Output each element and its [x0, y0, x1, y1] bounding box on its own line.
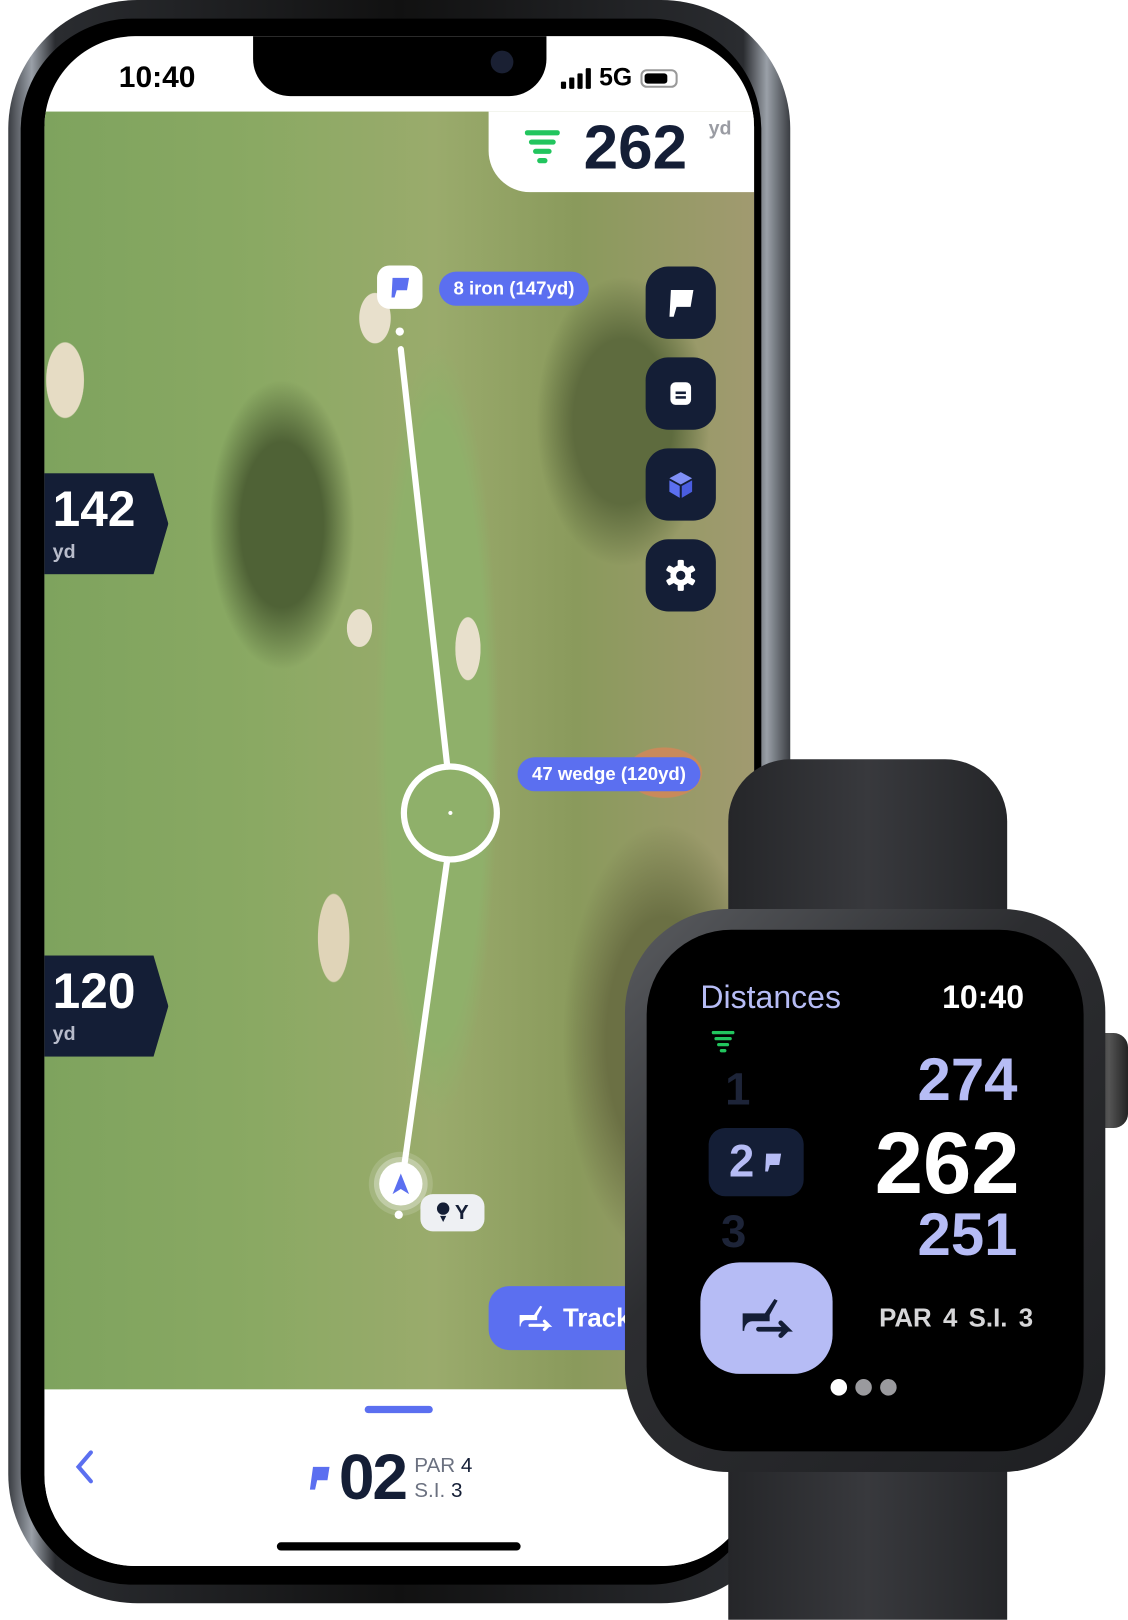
3d-view-button[interactable]: [645, 448, 716, 521]
status-time: 10:40: [118, 60, 196, 95]
distance-tag[interactable]: 142 yd: [44, 473, 169, 575]
club-label: 47 wedge (120yd): [517, 757, 701, 792]
tee-label: Y: [454, 1200, 469, 1224]
battery-icon: [640, 69, 678, 88]
settings-button[interactable]: [645, 539, 716, 612]
camera: [490, 50, 514, 74]
watch-time: 10:40: [942, 979, 1025, 1016]
scorecard-icon: [670, 382, 692, 405]
flag-icon: [309, 1466, 330, 1490]
back-distance: 274: [917, 1046, 1018, 1114]
signal-funnel-icon: [711, 1030, 735, 1053]
cellular-signal-icon: [560, 68, 591, 89]
middle-distance: 262: [874, 1114, 1020, 1212]
gear-icon: [665, 559, 696, 591]
par-value: 4: [460, 1453, 473, 1477]
page-dot: [880, 1379, 897, 1396]
si-value: 3: [450, 1478, 463, 1502]
track-label: Track: [562, 1303, 631, 1333]
tee-icon: [437, 1202, 450, 1223]
page-indicator: [830, 1379, 897, 1396]
si-label: S.I.: [414, 1478, 446, 1502]
watch-track-button[interactable]: [700, 1262, 833, 1374]
tag-value: 120: [52, 964, 136, 1020]
distance-value: 262: [583, 112, 688, 182]
hole-current-number: 2: [729, 1136, 755, 1187]
flag-icon: [391, 277, 410, 298]
signal-funnel-icon: [524, 130, 560, 164]
hole-current[interactable]: 2: [708, 1128, 804, 1197]
tag-unit: yd: [52, 1023, 76, 1046]
hole-number: 02 PAR 4 S.I. 3: [308, 1441, 473, 1514]
status-icons: 5G: [560, 64, 678, 93]
distance-tag[interactable]: 120 yd: [44, 955, 169, 1057]
3d-cube-icon: [669, 472, 693, 498]
tee-selector[interactable]: Y: [420, 1194, 485, 1232]
flag-icon: [765, 1153, 782, 1172]
club-label: 8 iron (147yd): [439, 271, 589, 306]
distance-unit: yd: [708, 117, 732, 140]
flag-icon: [669, 289, 694, 317]
watch-band-bottom: [728, 1446, 1008, 1620]
tag-value: 142: [52, 482, 136, 538]
previous-hole-chevron-icon[interactable]: [73, 1449, 96, 1484]
player-location[interactable]: [379, 1162, 423, 1206]
watch-title: Distances: [700, 979, 841, 1016]
notch: [253, 36, 547, 97]
watch-hole-info: PAR 4 S.I. 3: [879, 1303, 1034, 1333]
home-indicator[interactable]: [276, 1542, 521, 1551]
hole-next[interactable]: 3: [721, 1207, 746, 1259]
hole-prev[interactable]: 1: [725, 1064, 750, 1116]
sheet-handle[interactable]: [364, 1405, 433, 1414]
tag-unit: yd: [52, 541, 76, 563]
flag-pin[interactable]: [377, 265, 423, 309]
hole-number-value: 02: [338, 1442, 408, 1514]
club-swing-icon: [519, 1305, 553, 1332]
front-distance: 251: [917, 1201, 1018, 1269]
flag-button[interactable]: [645, 266, 716, 339]
navigation-arrow-icon: [392, 1173, 410, 1195]
page-dot: [830, 1379, 848, 1396]
network-label: 5G: [599, 64, 633, 92]
par-label: PAR: [414, 1453, 456, 1477]
club-swing-icon: [742, 1299, 793, 1338]
watch-screen: Distances 10:40 1 2 3 274 262 251 PAR 4 …: [646, 929, 1084, 1452]
distance-header: 262 yd: [488, 111, 755, 193]
page-dot: [855, 1379, 872, 1396]
scorecard-button[interactable]: [645, 357, 716, 430]
